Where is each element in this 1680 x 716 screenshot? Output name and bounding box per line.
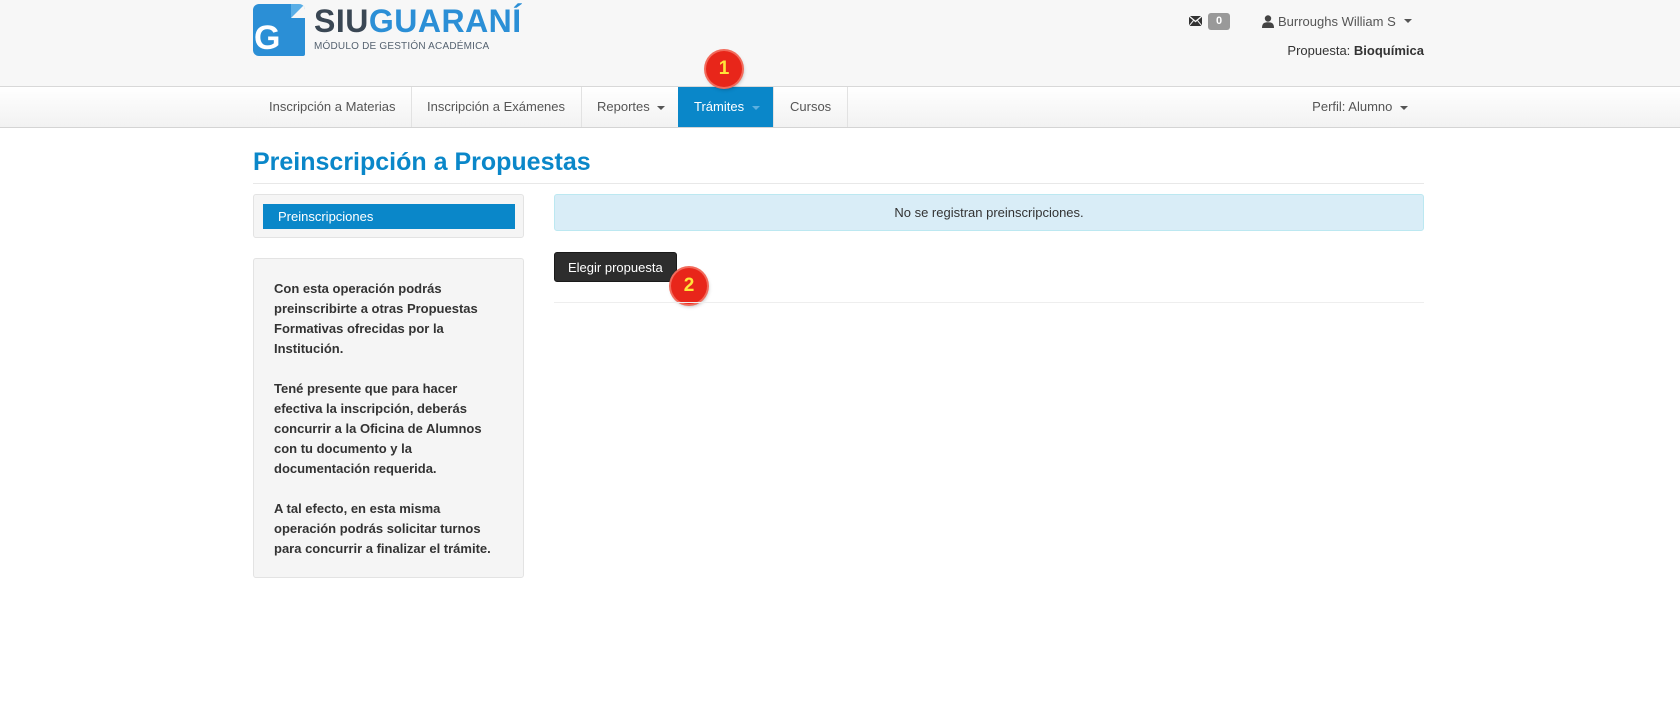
chevron-down-icon bbox=[657, 105, 666, 110]
content-divider bbox=[554, 302, 1424, 303]
logo-siu-text: SIU bbox=[314, 3, 369, 39]
sidebar-info-panel: Con esta operación podrás preinscribirte… bbox=[253, 258, 524, 578]
title-divider bbox=[253, 183, 1424, 184]
main-navbar: Inscripción a Materias Inscripción a Exá… bbox=[0, 86, 1680, 128]
messages-count-badge: 0 bbox=[1208, 12, 1231, 30]
info-paragraph: A tal efecto, en esta misma operación po… bbox=[274, 501, 491, 556]
logo-letter: G bbox=[254, 19, 281, 56]
nav-item-label: Trámites bbox=[694, 99, 745, 114]
siu-guarani-logo[interactable]: G SIUGUARANÍ MÓDULO DE GESTIÓN ACADÉMICA bbox=[253, 2, 521, 58]
nav-item-inscripcion-materias[interactable]: Inscripción a Materias bbox=[253, 87, 413, 127]
info-alert: No se registran preinscripciones. bbox=[554, 194, 1424, 231]
perfil-menu[interactable]: Perfil: Alumno bbox=[1296, 87, 1424, 127]
messages-button[interactable]: 0 bbox=[1189, 12, 1231, 30]
nav-item-label: Reportes bbox=[597, 99, 650, 114]
step-marker-2: 2 bbox=[671, 268, 707, 304]
sidebar-nav: Preinscripciones bbox=[253, 194, 524, 238]
step-marker-1: 1 bbox=[706, 51, 742, 87]
chevron-down-icon bbox=[1403, 19, 1412, 23]
nav-item-label: Cursos bbox=[790, 99, 832, 114]
top-header: G SIUGUARANÍ MÓDULO DE GESTIÓN ACADÉMICA… bbox=[0, 0, 1680, 87]
page-title: Preinscripción a Propuestas bbox=[253, 148, 591, 176]
elegir-propuesta-button[interactable]: Elegir propuesta bbox=[554, 252, 677, 282]
logo-guarani-text: GUARANÍ bbox=[368, 3, 522, 39]
nav-item-cursos[interactable]: Cursos bbox=[773, 87, 849, 127]
nav-item-label: Inscripción a Exámenes bbox=[427, 99, 566, 114]
logo-wordmark: SIUGUARANÍ bbox=[314, 2, 522, 40]
propuesta-indicator: Propuesta: Bioquímica bbox=[1287, 43, 1424, 58]
user-name: Burroughs William S bbox=[1278, 13, 1396, 29]
propuesta-label: Propuesta: bbox=[1287, 43, 1351, 58]
logo-mark-icon: G bbox=[253, 4, 305, 56]
user-icon bbox=[1262, 14, 1274, 28]
user-menu[interactable]: Burroughs William S bbox=[1262, 12, 1412, 30]
info-paragraph: Tené presente que para hacer efectiva la… bbox=[274, 381, 482, 476]
propuesta-value: Bioquímica bbox=[1353, 43, 1424, 58]
sidebar-item-preinscripciones[interactable]: Preinscripciones bbox=[263, 204, 515, 229]
nav-item-label: Inscripción a Materias bbox=[269, 99, 396, 114]
perfil-label: Perfil: Alumno bbox=[1312, 99, 1393, 114]
envelope-icon bbox=[1189, 16, 1202, 26]
nav-item-reportes[interactable]: Reportes bbox=[581, 87, 683, 127]
chevron-down-icon bbox=[1400, 105, 1408, 110]
nav-item-tramites[interactable]: Trámites bbox=[678, 87, 773, 127]
info-paragraph: Con esta operación podrás preinscribirte… bbox=[274, 281, 478, 356]
chevron-down-icon bbox=[751, 105, 760, 110]
nav-item-inscripcion-examenes[interactable]: Inscripción a Exámenes bbox=[411, 87, 583, 127]
logo-subtitle: MÓDULO DE GESTIÓN ACADÉMICA bbox=[314, 41, 490, 52]
